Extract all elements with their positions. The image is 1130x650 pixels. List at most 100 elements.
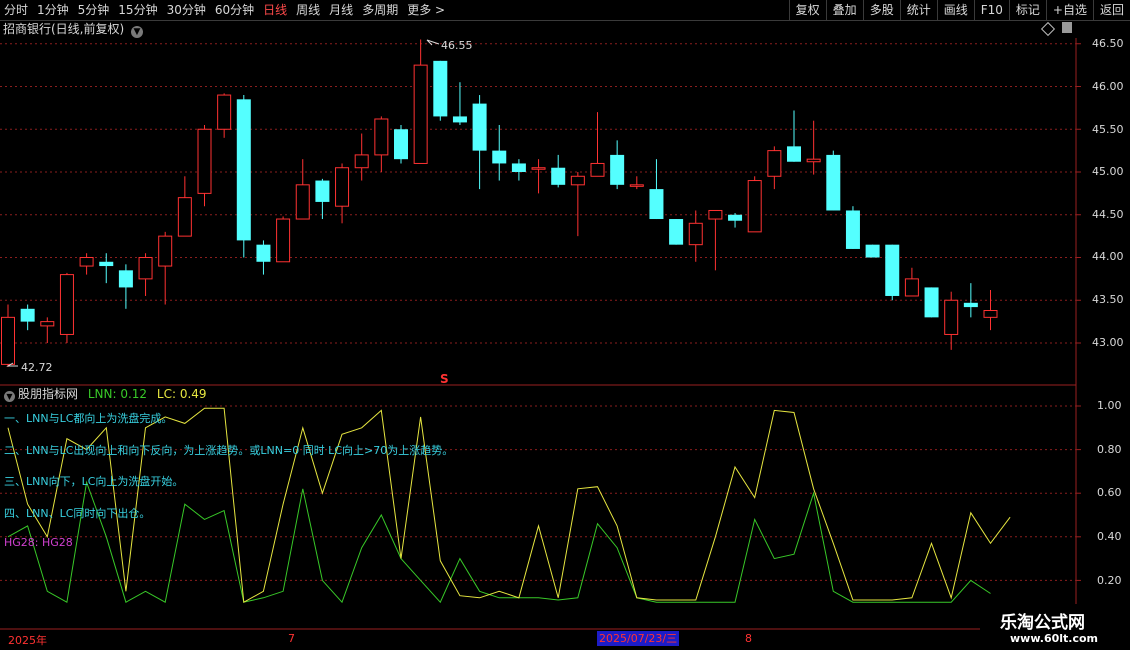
candle [394,124,408,164]
draw-line-button[interactable]: 画线 [936,0,974,20]
candle [669,219,684,245]
candle-body [826,154,841,211]
period-tab-intraday[interactable]: 分时 [4,2,28,18]
period-tab-more[interactable]: 更多 > [407,2,445,18]
candle [492,124,507,181]
period-tab-15min[interactable]: 15分钟 [118,2,157,18]
toolbar: 分时 1分钟 5分钟 15分钟 30分钟 60分钟 日线 周线 月线 多周期 更… [0,0,1130,21]
period-tab-60min[interactable]: 60分钟 [215,2,254,18]
candle [177,176,192,237]
lnn-value-label: LNN: 0.12 [87,387,148,401]
candle [590,112,605,177]
candle [845,206,860,249]
candle [433,60,448,121]
indicator-grid [0,405,1081,581]
candle [138,253,153,296]
candle-body [138,257,153,280]
candle [79,253,94,275]
candle-body [983,310,998,318]
candle-body [217,94,232,130]
candle-body [570,175,585,186]
back-button[interactable]: 返回 [1092,0,1130,20]
candle [806,120,821,175]
indicator-note: 一、LNN与LC都向上为洗盘完成。 [4,412,173,425]
overlay-button[interactable]: 叠加 [825,0,863,20]
candle-body [472,103,487,151]
candle-body [511,163,526,172]
candle-body [335,167,350,207]
candle-body [590,162,605,177]
candle [511,159,526,181]
stats-button[interactable]: 统计 [899,0,937,20]
candle [649,159,664,220]
candle [217,93,232,138]
candle [354,133,369,181]
indicator-title-bar: ▼ 股朋指标网 LNN: 0.12 LC: 0.49 [0,386,207,402]
candlestick-series [1,39,998,367]
indicator-axis-label: 0.40 [1097,530,1122,543]
candle [197,124,212,207]
candle-body [806,158,821,163]
time-axis: 2025年 7 2025/07/23/三 8 [0,630,1076,650]
indicator-axis-label: 0.80 [1097,443,1122,456]
candle-body [118,270,133,288]
candle-body [315,180,330,202]
candle-body [236,99,251,241]
scroll-toggle-icon[interactable] [1062,22,1072,33]
candle-body [1,316,15,365]
candle [118,264,133,309]
period-tab-daily[interactable]: 日线 [263,2,287,18]
mark-button[interactable]: 标记 [1008,0,1046,20]
candle-body [531,167,546,170]
period-tab-1min[interactable]: 1分钟 [37,2,69,18]
period-tab-monthly[interactable]: 月线 [329,2,353,18]
period-tab-multi[interactable]: 多周期 [362,2,398,18]
chevron-down-icon[interactable]: ▼ [131,26,144,38]
add-watchlist-button[interactable]: +自选 [1045,0,1093,20]
candle [826,150,841,211]
period-tab-5min[interactable]: 5分钟 [78,2,110,18]
diamond-icon[interactable] [1040,21,1056,37]
candle-body [865,244,880,258]
lc-series-line [7,407,1011,604]
watermark-url: www.60lt.com [1010,632,1099,645]
hg28-label: HG28: HG28 [4,536,73,549]
time-axis-month-8: 8 [745,632,752,645]
candle-body [79,257,94,267]
candle [708,209,723,271]
adjust-button[interactable]: 复权 [788,0,826,20]
candle-body [374,118,389,156]
indicator-note: 二、LNN与LC出现向上和向下反向，为上涨趋势。或LNN=0 同时 LC向上>7… [4,444,454,457]
indicator-axis-label: 1.00 [1097,399,1122,412]
candle [885,244,900,301]
time-axis-month-7: 7 [288,632,295,645]
candle-body [845,210,860,249]
candle-body [276,218,291,263]
toolbar-actions: 复权 叠加 多股 统计 画线 F10 标记 +自选 返回 [788,0,1130,20]
high-marker-pointer [426,39,440,46]
candle [413,39,428,164]
price-axis-label: 46.00 [1092,80,1124,93]
candle-body [492,150,507,164]
candle [924,287,939,318]
chevron-down-icon[interactable]: ▼ [4,391,15,402]
candle [983,289,998,331]
price-axis-label: 44.50 [1092,208,1124,221]
candle [728,213,743,228]
candle-body [747,180,762,233]
price-axis-label: 45.50 [1092,123,1124,136]
candle-body [688,222,703,246]
period-tab-weekly[interactable]: 周线 [296,2,320,18]
watermark-title: 乐淘公式网 [1000,613,1085,633]
candle-body [59,274,74,335]
candle-body [158,235,173,267]
sell-signal-marker: S [440,372,449,386]
f10-button[interactable]: F10 [973,0,1009,20]
chart-frame [0,38,1077,630]
period-tab-30min[interactable]: 30分钟 [167,2,206,18]
multi-stock-button[interactable]: 多股 [862,0,900,20]
candle [629,176,644,190]
stock-title-bar: 招商银行(日线,前复权) ▼ [0,20,144,38]
candle-body [394,129,408,160]
high-price-label: 46.55 [441,39,473,52]
